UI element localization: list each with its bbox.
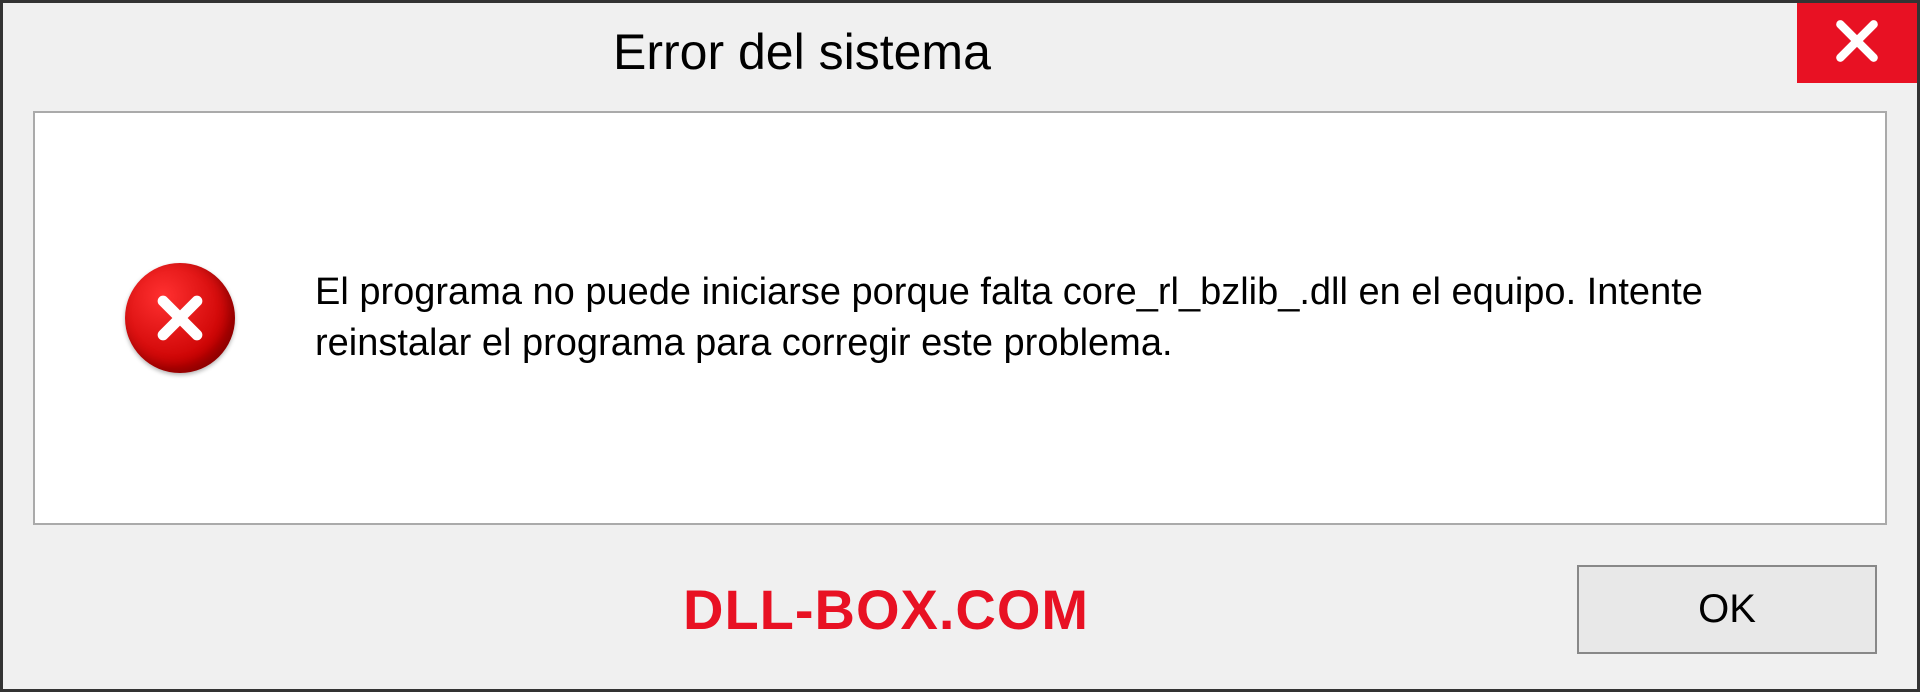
dialog-footer: DLL-BOX.COM OK bbox=[3, 545, 1917, 689]
ok-button[interactable]: OK bbox=[1577, 565, 1877, 654]
close-button[interactable] bbox=[1797, 3, 1917, 83]
dialog-title: Error del sistema bbox=[3, 3, 991, 111]
titlebar: Error del sistema bbox=[3, 3, 1917, 111]
close-icon bbox=[1832, 16, 1882, 71]
error-icon bbox=[125, 263, 235, 373]
error-message: El programa no puede iniciarse porque fa… bbox=[315, 267, 1825, 370]
error-dialog: Error del sistema El programa no puede i… bbox=[0, 0, 1920, 692]
error-icon-wrap bbox=[125, 263, 235, 373]
watermark-text: DLL-BOX.COM bbox=[43, 577, 1089, 642]
content-area: El programa no puede iniciarse porque fa… bbox=[33, 111, 1887, 525]
